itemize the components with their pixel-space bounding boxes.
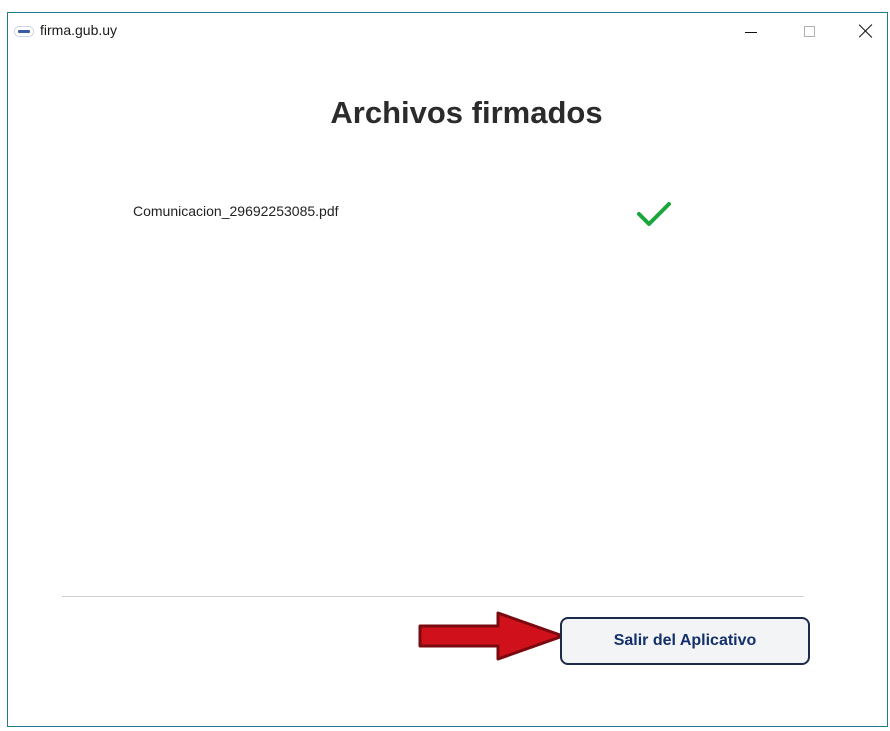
minimize-icon (745, 31, 757, 33)
close-icon (859, 24, 873, 38)
close-button[interactable] (843, 13, 889, 49)
red-arrow-icon (418, 611, 565, 661)
maximize-icon (803, 25, 815, 37)
signed-file-name: Comunicacion_29692253085.pdf (133, 203, 339, 219)
minimize-button[interactable] (728, 13, 774, 49)
window-title: firma.gub.uy (40, 22, 118, 38)
maximize-button[interactable] (786, 13, 832, 49)
title-bar[interactable]: firma.gub.uy (8, 13, 887, 49)
check-icon (637, 202, 671, 226)
app-window: firma.gub.uy Archivos firmados Comunicac… (7, 12, 888, 727)
page-title: Archivos firmados (330, 95, 603, 130)
app-logo-icon (14, 26, 34, 37)
exit-app-button[interactable]: Salir del Aplicativo (560, 617, 810, 665)
divider (62, 596, 804, 597)
